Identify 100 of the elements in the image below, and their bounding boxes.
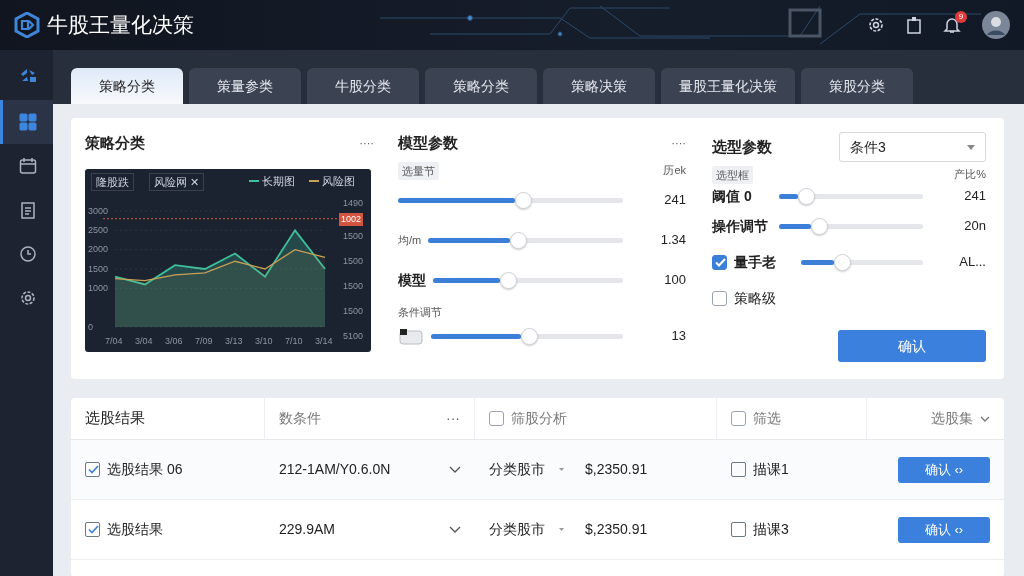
- caret-icon[interactable]: [559, 528, 564, 531]
- axis-label: 7/09: [195, 334, 213, 348]
- document-icon[interactable]: [19, 201, 37, 219]
- toggle-icon[interactable]: [398, 327, 424, 345]
- legend-label: 长期图: [262, 173, 295, 189]
- checkbox[interactable]: [731, 411, 746, 426]
- confirm-button[interactable]: 确认: [838, 330, 986, 362]
- column-header: 选股集: [931, 409, 973, 428]
- checkbox[interactable]: [731, 522, 746, 537]
- panel-title: 模型参数: [398, 133, 458, 153]
- slider-value: 13: [670, 327, 686, 346]
- slider-thumb[interactable]: [515, 191, 532, 209]
- dropdown[interactable]: 条件3: [839, 132, 986, 162]
- axis-label: 3000: [88, 204, 109, 218]
- chart-tag[interactable]: 风险网 ✕: [149, 172, 205, 191]
- chart-tag[interactable]: 隆股跌: [91, 172, 134, 191]
- axis-label: 3/10: [255, 334, 273, 348]
- caret-icon: [967, 144, 975, 150]
- avatar-icon[interactable]: [982, 11, 1010, 39]
- slider-thumb[interactable]: [499, 271, 517, 289]
- time-text: 212-1AM/Y0.6.0N: [279, 460, 391, 479]
- slider-thumb[interactable]: [797, 187, 815, 205]
- price-text: $,2350.91: [585, 520, 648, 539]
- chevron-down-icon[interactable]: [449, 526, 461, 533]
- slider-label: 模型: [398, 270, 426, 290]
- axis-label: 2500: [88, 223, 109, 237]
- category-text: 分类股市: [489, 520, 545, 539]
- tab[interactable]: 量股王量化决策: [661, 68, 795, 104]
- clipboard-icon[interactable]: [906, 16, 922, 34]
- more-button[interactable]: ····: [359, 135, 374, 152]
- axis-label: 3/14: [315, 334, 333, 348]
- tab[interactable]: 牛股分类: [307, 68, 419, 104]
- checkbox[interactable]: [731, 462, 746, 477]
- bell-icon[interactable]: [943, 16, 961, 34]
- slider-thumb[interactable]: [510, 231, 528, 249]
- confirm-button[interactable]: 确认 ‹›: [898, 456, 990, 483]
- chevron-down-icon[interactable]: [980, 415, 990, 422]
- slider-value: 241: [963, 187, 986, 206]
- slider-thumb[interactable]: [521, 327, 539, 345]
- slider-value: 241: [663, 191, 686, 210]
- axis-label: 7/04: [105, 334, 123, 348]
- notification-badge: 9: [955, 11, 967, 23]
- confirm-button[interactable]: 确认 ‹›: [898, 516, 990, 543]
- slider-value: 20n: [963, 217, 986, 236]
- checkbox[interactable]: [85, 522, 100, 537]
- axis-label: 3/04: [135, 334, 153, 348]
- checkbox[interactable]: [489, 411, 504, 426]
- result-name: 选股结果: [107, 520, 163, 539]
- slider-label: 操作调节: [712, 216, 769, 236]
- slider-thumb[interactable]: [810, 217, 828, 235]
- checkbox[interactable]: [85, 462, 100, 477]
- logo-icon: [14, 12, 40, 38]
- caret-icon[interactable]: [559, 468, 564, 471]
- axis-label: 1500: [88, 262, 109, 276]
- tab[interactable]: 策略分类: [425, 68, 537, 104]
- option-label: 描课1: [753, 460, 789, 479]
- time-text: 229.9AM: [279, 520, 336, 539]
- app-title: 牛股王量化决策: [47, 12, 194, 39]
- tab[interactable]: 策量参类: [189, 68, 301, 104]
- tab[interactable]: 策股分类: [801, 68, 913, 104]
- column-header: 筛股分析: [511, 409, 567, 428]
- slider-label: 量手老: [734, 252, 777, 272]
- more-button[interactable]: ···: [446, 408, 460, 429]
- slider-tag: 选量节: [398, 161, 439, 180]
- grid-icon[interactable]: [19, 113, 37, 131]
- slider-value: AL...: [958, 253, 986, 272]
- checkbox[interactable]: [712, 254, 727, 270]
- slider-value: 1.34: [659, 231, 686, 250]
- column-label: 产比%: [954, 166, 986, 182]
- slider-value: 100: [663, 271, 686, 290]
- axis-label: 1000: [88, 281, 109, 295]
- chevron-down-icon[interactable]: [449, 466, 461, 473]
- axis-label: 1500: [343, 254, 364, 268]
- axis-label: 2000: [88, 243, 109, 257]
- column-header: 数条件: [279, 409, 321, 428]
- tab[interactable]: 策略决策: [543, 68, 655, 104]
- category-text: 分类股市: [489, 460, 545, 479]
- option-label: 描课3: [753, 520, 789, 539]
- slider-label: 阈值 0: [712, 186, 753, 206]
- clock-icon[interactable]: [19, 245, 37, 263]
- logo-icon: [19, 67, 37, 83]
- column-label: 历ek: [663, 162, 686, 178]
- slider-thumb[interactable]: [833, 253, 851, 271]
- slider-label: 策略级: [734, 288, 776, 308]
- slider-label: 均/m: [398, 232, 422, 248]
- column-header: 筛选: [753, 409, 781, 428]
- more-button[interactable]: ····: [671, 135, 686, 152]
- settings-icon[interactable]: [19, 289, 37, 307]
- tab[interactable]: 策略分类: [71, 68, 183, 104]
- panel-title: 选型参数: [712, 136, 772, 157]
- axis-label: 1490: [343, 196, 364, 210]
- legend-label: 风险图: [322, 173, 355, 189]
- calendar-icon[interactable]: [19, 157, 37, 175]
- axis-label: 1500: [343, 279, 364, 293]
- checkbox[interactable]: [712, 290, 727, 306]
- settings-icon[interactable]: [867, 16, 885, 34]
- axis-label: 7/10: [285, 334, 303, 348]
- price-text: $,2350.91: [585, 460, 648, 479]
- axis-label: 0: [88, 320, 93, 334]
- axis-label: 1500: [343, 229, 364, 243]
